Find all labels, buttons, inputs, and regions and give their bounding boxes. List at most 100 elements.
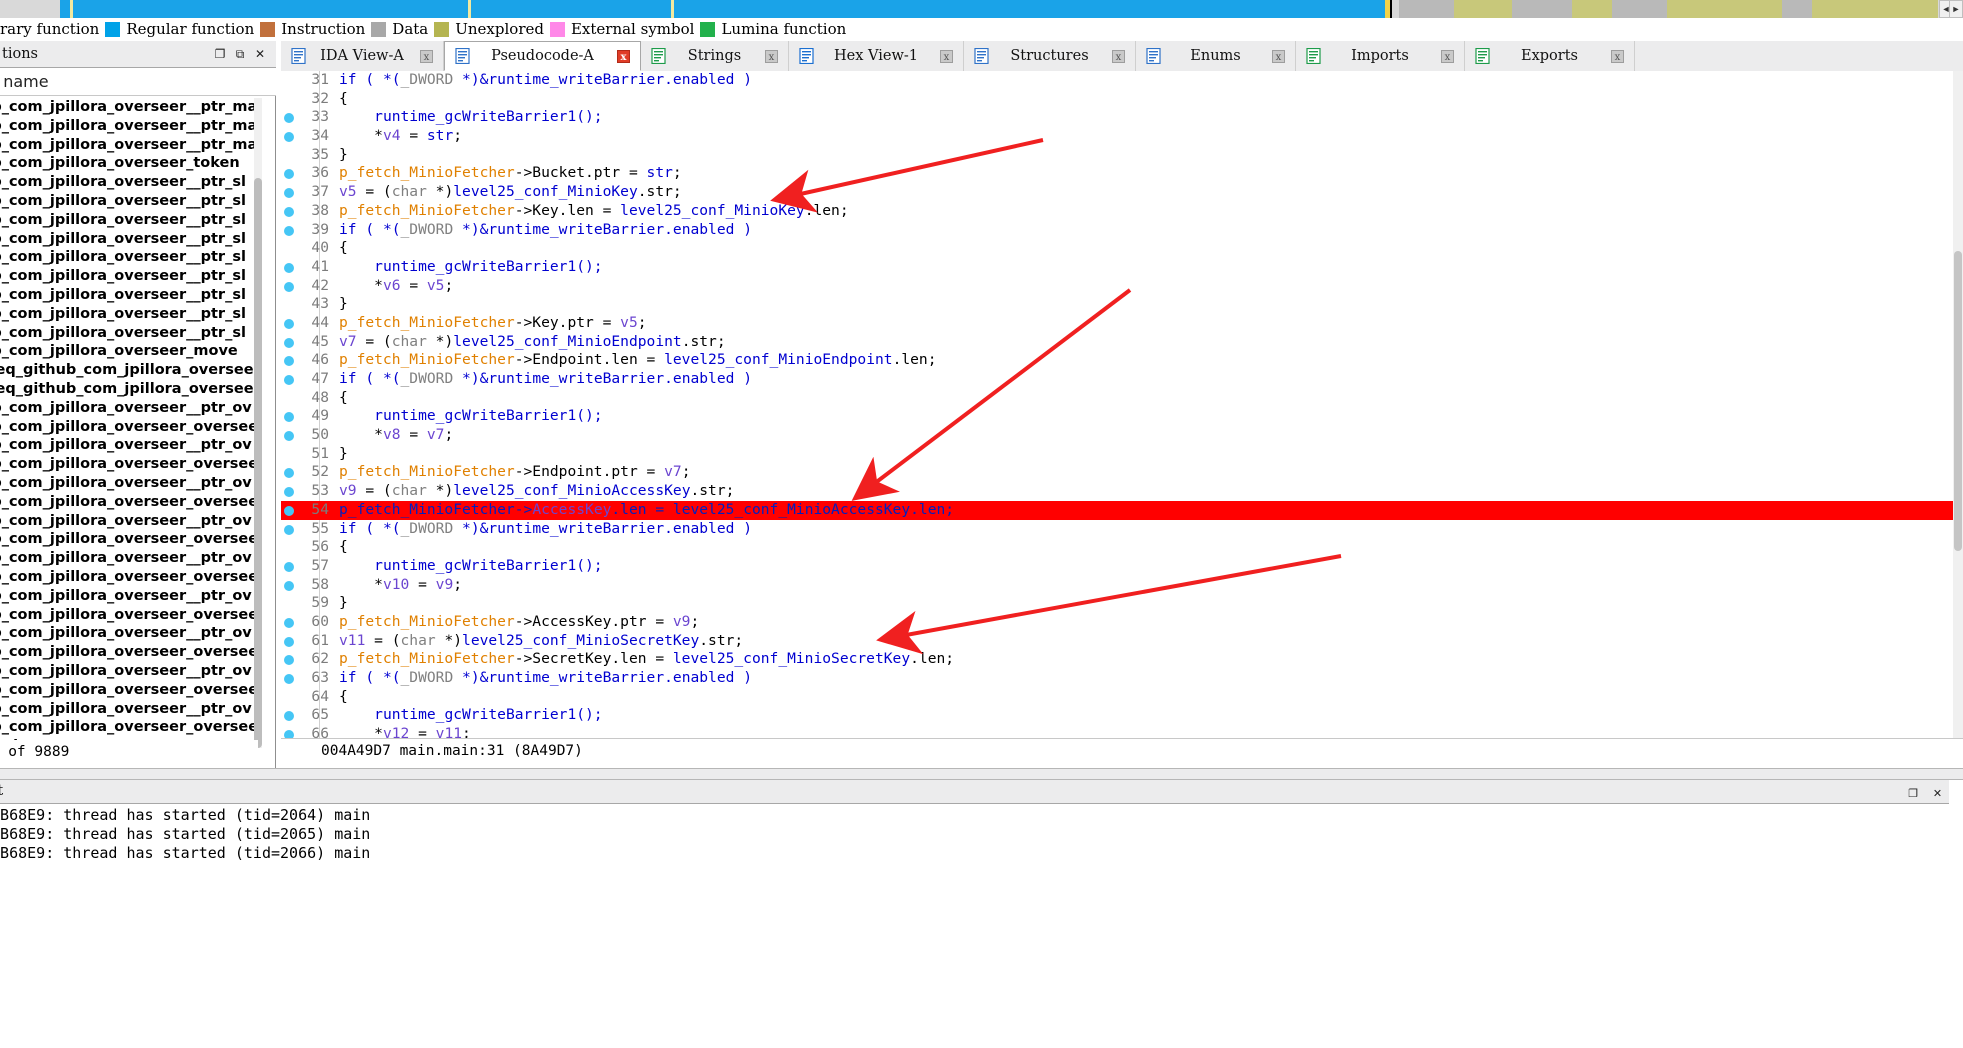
tab-close-icon[interactable]: x — [765, 49, 778, 63]
pseudocode-line[interactable]: 60 p_fetch_MinioFetcher->AccessKey.ptr = … — [281, 613, 1953, 632]
navigator-segment[interactable] — [1572, 0, 1612, 18]
function-list-item[interactable]: ub_com_jpillora_overseer__ptr_ov — [0, 662, 262, 681]
navigator-segment[interactable] — [1612, 0, 1667, 18]
navigator-segment[interactable] — [1667, 0, 1782, 18]
tab-ida-view-a[interactable]: IDA View-A x — [281, 41, 444, 71]
tab-hex-view-1[interactable]: Hex View-1 x — [789, 41, 964, 71]
function-list-item[interactable]: ub_com_jpillora_overseer__ptr_ma — [0, 98, 262, 117]
function-list-item[interactable]: ub_com_jpillora_overseer__ptr_sl — [0, 211, 262, 230]
function-list-item[interactable]: ub_com_jpillora_overseer__ptr_sl — [0, 305, 262, 324]
function-list-item[interactable]: ub_com_jpillora_overseer__ptr_sl — [0, 230, 262, 249]
function-list-item[interactable]: ub_com_jpillora_overseer__ptr_ma — [0, 117, 262, 136]
function-list-item[interactable]: ub_com_jpillora_overseer__ptr_ov — [0, 436, 262, 455]
tab-pseudocode-a[interactable]: Pseudocode-A x — [444, 41, 641, 71]
pseudocode-line-highlighted[interactable]: 54 p_fetch_MinioFetcher->AccessKey.len = … — [281, 500, 1953, 520]
function-list-item[interactable]: ub_com_jpillora_overseer__ptr_sl — [0, 267, 262, 286]
function-list-item[interactable]: ub_com_jpillora_overseer__ptr_ov — [0, 587, 262, 606]
pseudocode-line[interactable]: 46 p_fetch_MinioFetcher->Endpoint.len = l… — [281, 351, 1953, 370]
pseudocode-line[interactable]: 59} — [281, 594, 1953, 613]
navigator-segment[interactable] — [73, 0, 468, 18]
function-list-item[interactable]: ub_com_jpillora_overseer_oversee — [0, 568, 262, 587]
breakpoint-dot-icon[interactable] — [284, 655, 294, 666]
output-splitter[interactable] — [0, 768, 1963, 780]
pseudocode-line[interactable]: 61 v11 = (char *)level25_conf_MinioSecret… — [281, 632, 1953, 651]
pseudocode-line[interactable]: 39 if ( *(_DWORD *)&runtime_writeBarrier.… — [281, 221, 1953, 240]
function-list-item[interactable]: ub_com_jpillora_overseer__ptr_sl — [0, 248, 262, 267]
breakpoint-dot-icon[interactable] — [284, 487, 294, 498]
breakpoint-dot-icon[interactable] — [284, 524, 294, 535]
function-list-item[interactable]: ub_com_jpillora_overseer__ptr_sl — [0, 192, 262, 211]
pseudocode-line[interactable]: 44 p_fetch_MinioFetcher->Key.ptr = v5; — [281, 314, 1953, 333]
tab-close-icon[interactable]: x — [940, 49, 953, 63]
pseudocode-vscrollbar[interactable] — [1953, 71, 1963, 738]
pseudocode-line[interactable]: 65 runtime_gcWriteBarrier1(); — [281, 706, 1953, 725]
function-list-item[interactable]: ub_com_jpillora_overseer_move — [0, 342, 262, 361]
pseudocode-line[interactable]: 42 *v6 = v5; — [281, 277, 1953, 296]
output-restore-icon[interactable]: ❐ — [1905, 787, 1921, 803]
breakpoint-dot-icon[interactable] — [284, 375, 294, 385]
panel-restore-icon[interactable]: ❐ — [212, 46, 228, 62]
tab-close-icon[interactable]: x — [1112, 49, 1125, 63]
pseudocode-line[interactable]: 58 *v10 = v9; — [281, 576, 1953, 595]
function-list-item[interactable]: ub_com_jpillora_overseer_oversee — [0, 606, 262, 625]
breakpoint-dot-icon[interactable] — [284, 711, 294, 722]
navigator-band[interactable]: ◄ ► — [0, 0, 1963, 18]
panel-maximize-icon[interactable]: ⧉ — [232, 46, 248, 62]
function-list-item[interactable]: ub_com_jpillora_overseer__ptr_ov — [0, 512, 262, 531]
pseudocode-line[interactable]: 38 p_fetch_MinioFetcher->Key.len = level2… — [281, 202, 1953, 221]
tab-structures[interactable]: Structures x — [964, 41, 1136, 71]
pseudocode-line[interactable]: 52 p_fetch_MinioFetcher->Endpoint.ptr = v… — [281, 463, 1953, 482]
navigator-segment[interactable] — [1512, 0, 1572, 18]
tab-close-icon[interactable]: x — [1272, 49, 1285, 63]
function-list-item[interactable]: ub_com_jpillora_overseer__ptr_sl — [0, 173, 262, 192]
function-list-item[interactable]: ub_com_jpillora_overseer_oversee — [0, 530, 262, 549]
tab-close-icon[interactable]: x — [1611, 49, 1624, 63]
pseudocode-line[interactable]: 40 { — [281, 239, 1953, 258]
breakpoint-dot-icon[interactable] — [284, 674, 294, 684]
pseudocode-line[interactable]: 33 runtime_gcWriteBarrier1(); — [281, 108, 1953, 127]
navigator-segment[interactable] — [471, 0, 671, 18]
tab-enums[interactable]: Enums x — [1136, 41, 1296, 71]
view-tab-strip[interactable]: IDA View-A x Pseudocode-A x Strings x Hex View… — [281, 41, 1963, 72]
function-list-item[interactable]: ub_com_jpillora_overseer__ptr_ov — [0, 549, 262, 568]
navigator-segment[interactable] — [1399, 0, 1454, 18]
pseudocode-line[interactable]: 57 runtime_gcWriteBarrier1(); — [281, 557, 1953, 576]
function-list-item[interactable]: ub_com_jpillora_overseer__ptr_sl — [0, 286, 262, 305]
pseudocode-line[interactable]: 36 p_fetch_MinioFetcher->Bucket.ptr = str… — [281, 164, 1953, 183]
breakpoint-dot-icon[interactable] — [284, 412, 294, 423]
navigator-segment[interactable] — [1782, 0, 1812, 18]
tab-close-icon[interactable]: x — [420, 49, 433, 63]
navigator-scroll-right-icon[interactable]: ► — [1949, 0, 1963, 18]
function-list-item[interactable]: __eq_github_com_jpillora_oversee — [0, 361, 262, 380]
pseudocode-line[interactable]: 66 *v12 = v11; — [281, 725, 1953, 738]
breakpoint-dot-icon[interactable] — [284, 113, 294, 124]
pseudocode-vscroll-thumb[interactable] — [1954, 251, 1962, 551]
pseudocode-line[interactable]: 63 if ( *(_DWORD *)&runtime_writeBarrier.… — [281, 669, 1953, 688]
functions-list-vscroll-thumb[interactable] — [254, 178, 262, 748]
breakpoint-dot-icon[interactable] — [284, 636, 294, 647]
breakpoint-dot-icon[interactable] — [284, 132, 294, 143]
function-list-item[interactable]: ub_com_jpillora_overseer_token — [0, 154, 262, 173]
pseudocode-line[interactable]: 43} — [281, 295, 1953, 314]
functions-column-header[interactable]: n name — [0, 68, 276, 96]
breakpoint-dot-icon[interactable] — [284, 431, 294, 442]
pseudocode-line[interactable]: 50 *v8 = v7; — [281, 426, 1953, 445]
function-list-item[interactable]: ub_com_jpillora_overseer__ptr_sl — [0, 324, 262, 343]
tab-close-icon[interactable]: x — [1441, 49, 1454, 63]
pseudocode-line[interactable]: 31 if ( *(_DWORD *)&runtime_writeBarrier.… — [281, 71, 1953, 90]
breakpoint-dot-icon[interactable] — [284, 617, 294, 628]
navigator-segment[interactable] — [1454, 0, 1512, 18]
tab-imports[interactable]: Imports x — [1296, 41, 1465, 71]
panel-close-icon[interactable]: ✕ — [252, 46, 268, 62]
breakpoint-dot-icon[interactable] — [284, 561, 294, 572]
function-list-item[interactable]: ub_com_jpillora_overseer__ptr_ov — [0, 474, 262, 493]
pseudocode-line[interactable]: 48 { — [281, 389, 1953, 408]
breakpoint-dot-icon[interactable] — [284, 225, 294, 236]
functions-list-vscrollbar[interactable] — [254, 98, 262, 748]
breakpoint-dot-icon[interactable] — [284, 505, 294, 516]
breakpoint-dot-icon[interactable] — [284, 281, 294, 292]
navigator-segment[interactable] — [1812, 0, 1938, 18]
breakpoint-dot-icon[interactable] — [284, 337, 294, 348]
function-list-item[interactable]: ub_com_jpillora_overseer__ptr_ma — [0, 136, 262, 155]
function-list-item[interactable]: ub_com_jpillora_overseer_oversee — [0, 455, 262, 474]
